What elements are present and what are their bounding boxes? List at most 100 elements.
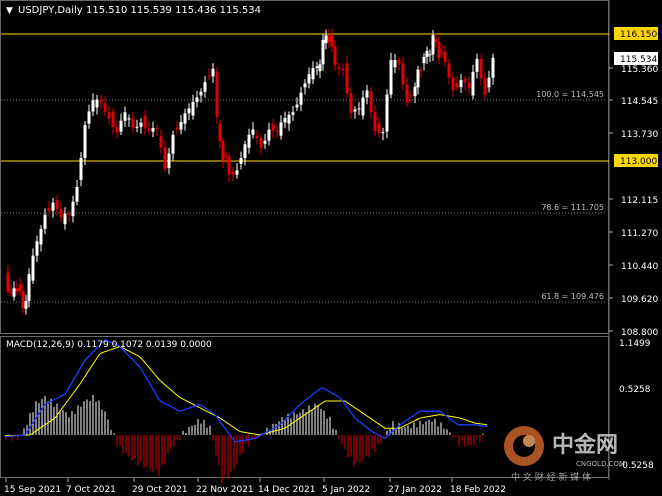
- candle-body: [345, 63, 349, 94]
- candle-body: [291, 112, 295, 115]
- macd-axis-mid: 0.5258: [619, 385, 651, 395]
- fib-label: 78.6 = 111.705: [541, 203, 604, 212]
- candle-body: [51, 202, 55, 211]
- candle-body: [405, 84, 409, 103]
- price-panel-frame: [0, 0, 609, 334]
- candle-body: [12, 288, 16, 297]
- candle-body: [263, 140, 267, 144]
- chart-canvas[interactable]: 100.0 = 114.545 78.6 = 111.705 61.8 = 109.…: [0, 0, 662, 496]
- candle-body: [419, 69, 423, 71]
- candle-body: [443, 52, 447, 62]
- candle-body: [487, 77, 491, 88]
- price-tick-label: 111.270: [621, 229, 658, 239]
- candle-body: [311, 68, 315, 80]
- candle-body: [389, 59, 393, 95]
- candle-body: [6, 272, 10, 292]
- price-tick-label: 109.620: [621, 295, 658, 305]
- candle-body: [428, 54, 432, 56]
- time-tick-label: 14 Dec 2021: [258, 485, 316, 495]
- candle-body: [18, 284, 22, 292]
- price-tick-label: 114.545: [621, 97, 658, 107]
- macd-signal-line: [4, 339, 488, 443]
- candle-body: [369, 91, 373, 112]
- price-tick-label: 113.730: [621, 130, 658, 140]
- candle-body: [409, 95, 413, 97]
- candle-body: [131, 118, 135, 128]
- candle-body: [377, 123, 381, 134]
- candle-body: [271, 123, 275, 131]
- candle-body: [275, 130, 279, 132]
- time-tick-label: 5 Jan 2022: [322, 485, 370, 495]
- level-lines[interactable]: [1, 33, 609, 162]
- candle-body: [115, 127, 119, 133]
- candle-body: [79, 157, 83, 180]
- candle-body: [467, 82, 471, 89]
- candle-body: [330, 35, 334, 47]
- candle-body: [451, 77, 455, 91]
- candle-body: [163, 147, 167, 169]
- candle-body: [187, 108, 191, 114]
- candle-body: [227, 156, 231, 175]
- candle-body: [357, 108, 361, 110]
- candle-body: [171, 134, 175, 154]
- candle-body: [95, 99, 99, 108]
- candle-body: [21, 291, 25, 309]
- candle-body: [67, 213, 71, 215]
- candle-body: [337, 67, 341, 69]
- candle-body: [251, 129, 255, 135]
- macd-histogram: [5, 395, 487, 484]
- candle-body: [175, 127, 179, 130]
- price-tick-label: 115.360: [621, 65, 658, 75]
- candle-body: [303, 83, 307, 88]
- candle-body: [255, 135, 259, 139]
- candle-body: [315, 66, 319, 69]
- symbol-dropdown-icon[interactable]: ▼: [6, 6, 13, 16]
- candle-body: [159, 135, 163, 148]
- macd-title: MACD(12,26,9) 0.1179 0.1072 0.0139 0.000…: [6, 340, 212, 350]
- macd-line: [4, 346, 488, 437]
- candle-body: [231, 171, 235, 175]
- watermark-logo: 中金网 CNGOLD.COM 中 文 财 经 新 媒 体: [504, 426, 625, 483]
- candle-body: [199, 91, 203, 96]
- candle-body: [401, 63, 405, 85]
- candle-body: [119, 120, 123, 132]
- candle-body: [299, 92, 303, 105]
- time-tick-label: 27 Jan 2022: [388, 485, 442, 495]
- candle-body: [247, 134, 251, 148]
- candle-body: [27, 274, 31, 302]
- watermark-cn-text: 中金网: [552, 432, 618, 458]
- candle-body: [333, 46, 337, 66]
- candle-body: [349, 93, 353, 113]
- time-tick-label: 15 Sep 2021: [4, 485, 61, 495]
- fib-label: 61.8 = 109.476: [541, 292, 604, 301]
- time-axis: 15 Sep 2021 7 Oct 2021 29 Oct 2021 22 Nov 2…: [4, 478, 506, 495]
- time-tick-label: 22 Nov 2021: [196, 485, 254, 495]
- candle-body: [479, 59, 483, 79]
- candle-body: [43, 214, 47, 229]
- current-price-tag: 115.534: [620, 55, 657, 65]
- price-axis: 115.360 114.545 113.730 112.115 111.270 110.4…: [609, 27, 658, 338]
- candle-body: [111, 111, 115, 128]
- macd-axis-top: 1.1499: [619, 339, 651, 349]
- watermark-subtitle: 中 文 财 经 新 媒 体: [511, 471, 591, 483]
- watermark-url: CNGOLD.COM: [576, 460, 625, 468]
- candle-body: [459, 80, 463, 88]
- candle-body: [203, 82, 207, 92]
- candle-body: [393, 60, 397, 68]
- candle-body: [243, 144, 247, 158]
- candle-body: [103, 103, 107, 112]
- level-tag-113000: 113.000: [620, 157, 657, 167]
- candle-body: [365, 90, 369, 98]
- candle-body: [147, 128, 151, 132]
- candle-body: [341, 68, 345, 71]
- candle-body: [416, 69, 420, 88]
- candle-body: [235, 170, 239, 175]
- candle-body: [437, 42, 441, 59]
- candle-body: [447, 63, 451, 78]
- candle-body: [455, 83, 459, 88]
- ohlc-readout: 115.510 115.539 115.436 115.534: [86, 5, 261, 16]
- candlesticks: [6, 28, 495, 315]
- candle-body: [9, 291, 13, 293]
- candle-body: [307, 74, 311, 84]
- candle-body: [127, 118, 131, 120]
